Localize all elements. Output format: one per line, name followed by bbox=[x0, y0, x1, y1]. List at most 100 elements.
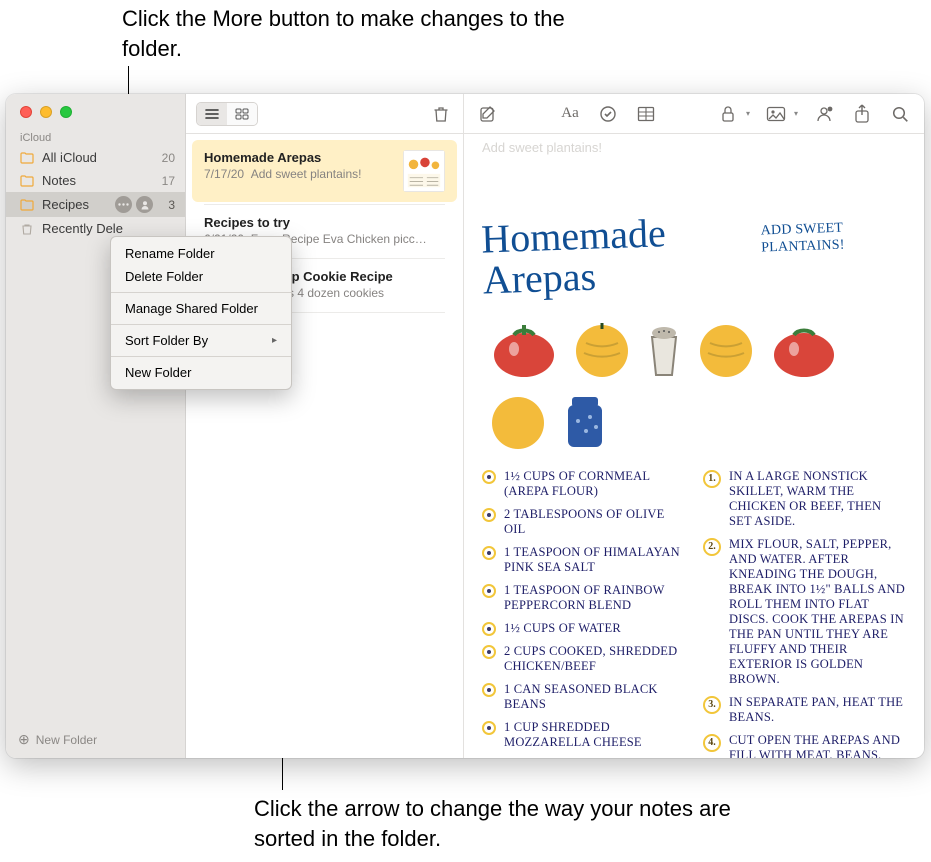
tomato-illustration bbox=[488, 315, 560, 379]
collaborate-button[interactable] bbox=[812, 102, 836, 126]
folder-icon bbox=[20, 175, 34, 187]
menu-new-folder[interactable]: New Folder bbox=[111, 361, 291, 384]
menu-separator bbox=[111, 292, 291, 293]
sidebar-item-count: 20 bbox=[157, 151, 175, 165]
menu-delete-folder[interactable]: Delete Folder bbox=[111, 265, 291, 288]
bullet-icon bbox=[482, 508, 496, 522]
trash-folder-icon bbox=[20, 223, 34, 235]
sidebar-section-label: iCloud bbox=[6, 126, 185, 146]
shared-icon bbox=[136, 196, 153, 213]
step-text: Cut open the arepas and fill with meat, … bbox=[729, 733, 906, 758]
folder-icon bbox=[20, 199, 34, 211]
drawing-subtitle: Add sweet plantains! bbox=[761, 218, 907, 257]
ingredient-text: 1 teaspoon of rainbow peppercorn blend bbox=[504, 583, 685, 613]
callout-top: Click the More button to make changes to… bbox=[122, 4, 622, 63]
sidebar-item-all-icloud[interactable]: All iCloud 20 bbox=[6, 146, 185, 169]
chevron-down-icon: ▾ bbox=[794, 109, 798, 118]
step-text: Mix flour, salt, pepper, and water. Afte… bbox=[729, 537, 906, 687]
folder-context-menu: Rename Folder Delete Folder Manage Share… bbox=[110, 236, 292, 390]
close-window-button[interactable] bbox=[20, 106, 32, 118]
lock-button[interactable] bbox=[716, 102, 740, 126]
more-button[interactable] bbox=[115, 196, 132, 213]
step-number-icon: 2. bbox=[703, 538, 721, 556]
menu-sort-by[interactable]: Sort Folder By▸ bbox=[111, 329, 291, 352]
ingredient-text: 2 tablespoons of olive oil bbox=[504, 507, 685, 537]
sidebar-item-label: All iCloud bbox=[42, 150, 97, 165]
bullet-icon bbox=[482, 584, 496, 598]
sidebar-item-notes[interactable]: Notes 17 bbox=[6, 169, 185, 192]
folder-icon bbox=[20, 152, 34, 164]
note-list: Homemade Arepas 7/17/20 Add sweet planta… bbox=[186, 134, 463, 758]
note-list-item[interactable]: Homemade Arepas 7/17/20 Add sweet planta… bbox=[192, 140, 457, 202]
ingredient-text: 1 can seasoned black beans bbox=[504, 682, 685, 712]
ingredient-text: 1 cup shredded mozzarella cheese bbox=[504, 720, 685, 750]
bullet-icon bbox=[482, 622, 496, 636]
note-preview: s 4 dozen cookies bbox=[288, 286, 384, 300]
format-button[interactable]: Aa bbox=[558, 102, 582, 126]
note-title: Recipes to try bbox=[204, 215, 445, 230]
note-title: ip Cookie Recipe bbox=[288, 269, 445, 284]
zoom-window-button[interactable] bbox=[60, 106, 72, 118]
window-controls bbox=[6, 94, 185, 126]
note-thumbnail bbox=[403, 150, 445, 192]
step-number-icon: 4. bbox=[703, 734, 721, 752]
ingredient-text: 1 teaspoon of Himalayan pink sea salt bbox=[504, 545, 685, 575]
note-body[interactable]: Homemade Arepas Add sweet plantains! 1½ … bbox=[464, 155, 924, 758]
sidebar-item-recipes[interactable]: Recipes 3 bbox=[6, 192, 185, 217]
new-folder-label: New Folder bbox=[36, 733, 97, 747]
chevron-down-icon: ▾ bbox=[746, 109, 750, 118]
ingredient-text: 2 cups cooked, shredded chicken/beef bbox=[504, 644, 685, 674]
delete-note-button[interactable] bbox=[429, 102, 453, 126]
sidebar-item-count: 3 bbox=[157, 198, 175, 212]
bullet-icon bbox=[482, 470, 496, 484]
step-text: In separate pan, heat the beans. bbox=[729, 695, 906, 725]
sidebar-item-count: 17 bbox=[157, 174, 175, 188]
view-toggle bbox=[196, 102, 258, 126]
sidebar-item-label: Notes bbox=[42, 173, 76, 188]
minimize-window-button[interactable] bbox=[40, 106, 52, 118]
search-button[interactable] bbox=[888, 102, 912, 126]
orange-illustration bbox=[488, 391, 548, 451]
orange-illustration bbox=[696, 319, 756, 379]
step-text: In a large nonstick skillet, warm the ch… bbox=[729, 469, 906, 529]
shaker-illustration bbox=[644, 319, 684, 379]
steps-column: 1. In a large nonstick skillet, warm the … bbox=[703, 469, 906, 758]
list-view-button[interactable] bbox=[197, 103, 227, 125]
note-list-column: Homemade Arepas 7/17/20 Add sweet planta… bbox=[186, 94, 464, 758]
note-preview: Add sweet plantains! bbox=[251, 167, 362, 181]
checklist-button[interactable] bbox=[596, 102, 620, 126]
step-number-icon: 3. bbox=[703, 696, 721, 714]
orange-illustration bbox=[572, 319, 632, 379]
new-folder-button[interactable]: ⊕ New Folder bbox=[6, 721, 185, 758]
table-button[interactable] bbox=[634, 102, 658, 126]
callout-bottom: Click the arrow to change the way your n… bbox=[254, 794, 774, 853]
menu-separator bbox=[111, 324, 291, 325]
menu-rename-folder[interactable]: Rename Folder bbox=[111, 242, 291, 265]
note-editor: Aa ▾ ▾ bbox=[464, 94, 924, 758]
bullet-icon bbox=[482, 721, 496, 735]
drawing-title: Homemade Arepas bbox=[481, 210, 745, 301]
ingredient-text: 1½ cups of cornmeal (arepa flour) bbox=[504, 469, 685, 499]
editor-ghost-text: Add sweet plantains! bbox=[464, 134, 924, 155]
tomato-illustration bbox=[768, 315, 840, 379]
editor-toolbar: Aa ▾ ▾ bbox=[464, 94, 924, 134]
sidebar-item-label: Recently Dele bbox=[42, 221, 123, 236]
bullet-icon bbox=[482, 546, 496, 560]
notes-window: iCloud All iCloud 20 Notes 17 Recipes bbox=[6, 94, 924, 758]
compose-button[interactable] bbox=[476, 102, 500, 126]
menu-manage-shared[interactable]: Manage Shared Folder bbox=[111, 297, 291, 320]
ingredient-text: 1½ cups of water bbox=[504, 621, 621, 636]
sidebar: iCloud All iCloud 20 Notes 17 Recipes bbox=[6, 94, 186, 758]
illustration-row bbox=[482, 315, 906, 451]
bullet-icon bbox=[482, 645, 496, 659]
step-number-icon: 1. bbox=[703, 470, 721, 488]
chevron-right-icon: ▸ bbox=[272, 335, 277, 346]
media-button[interactable] bbox=[764, 102, 788, 126]
bullet-icon bbox=[482, 683, 496, 697]
jar-illustration bbox=[560, 391, 610, 451]
gallery-view-button[interactable] bbox=[227, 103, 257, 125]
note-date: 7/17/20 bbox=[204, 167, 244, 181]
note-title: Homemade Arepas bbox=[204, 150, 395, 165]
ingredients-column: 1½ cups of cornmeal (arepa flour) 2 tabl… bbox=[482, 469, 685, 758]
share-button[interactable] bbox=[850, 102, 874, 126]
